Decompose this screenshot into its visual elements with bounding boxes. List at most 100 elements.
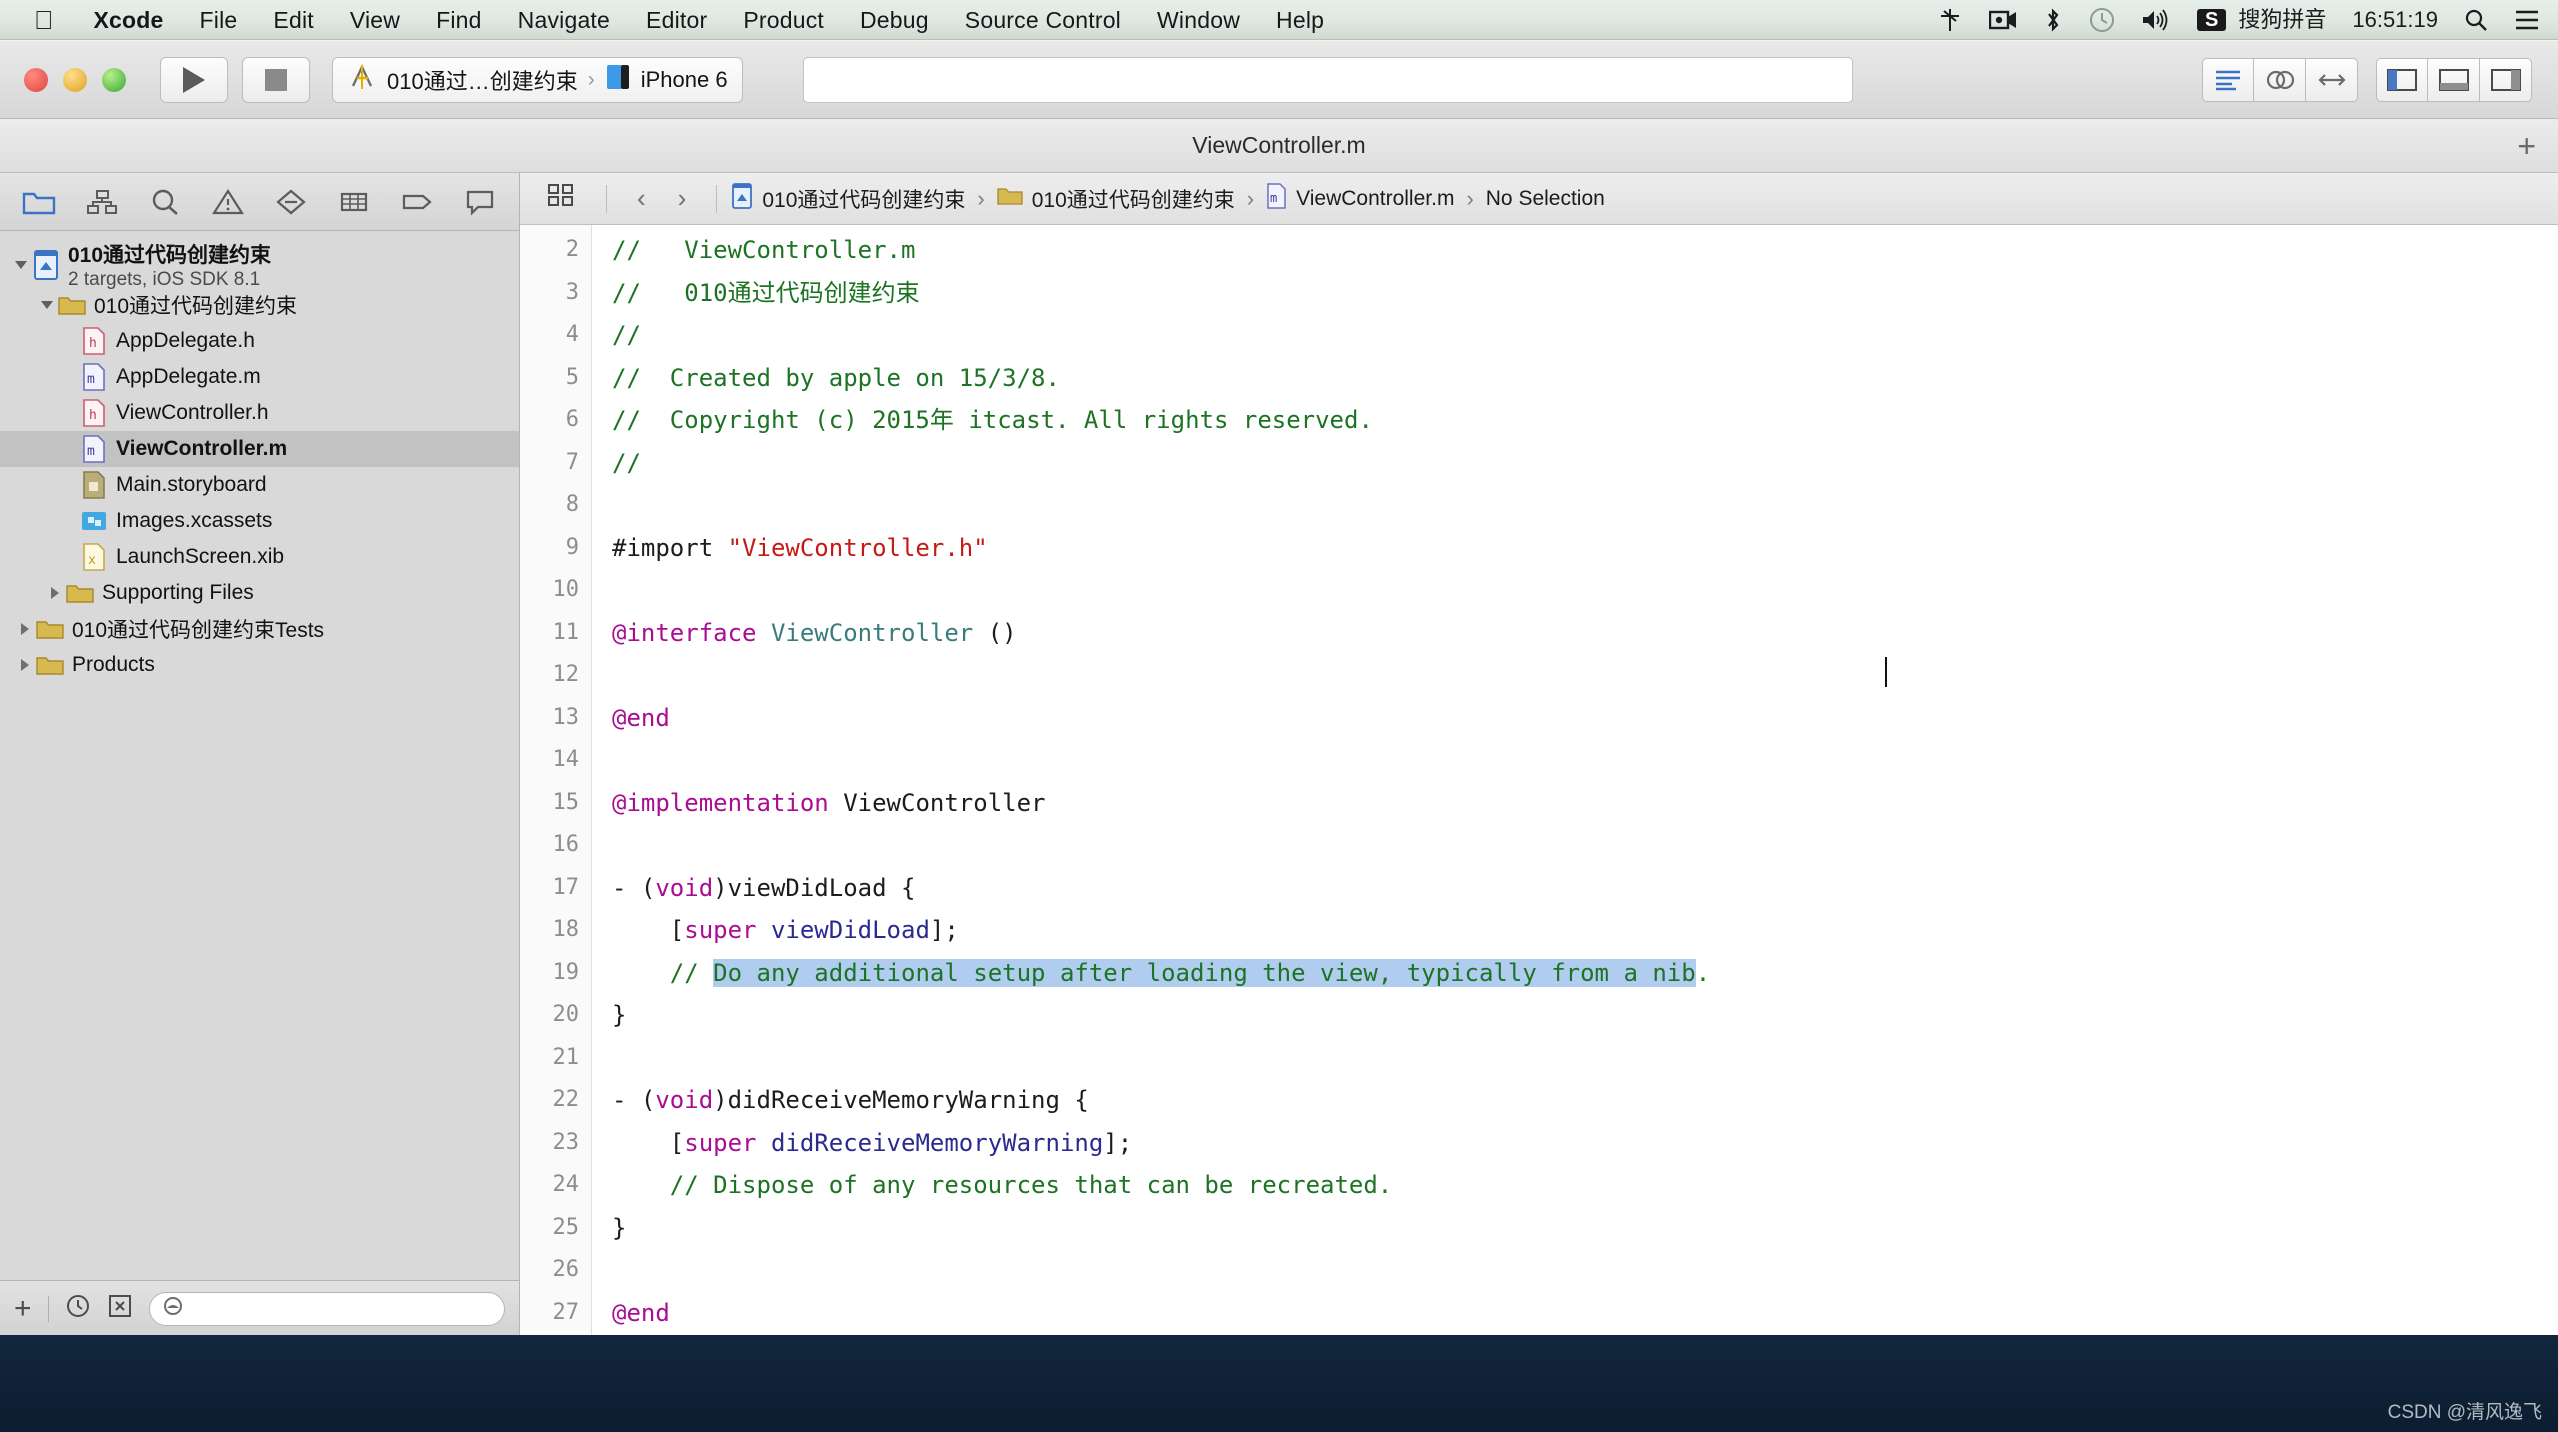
sidebar-item-issue-navigator[interactable] [197, 173, 260, 230]
menu-find[interactable]: Find [418, 0, 500, 40]
scheme-selector[interactable]: 010通过…创建约束 › iPhone 6 [332, 57, 743, 103]
close-button[interactable] [24, 68, 48, 92]
breadcrumb-file[interactable]: m ViewController.m [1266, 183, 1454, 215]
activity-view[interactable] [803, 57, 1853, 103]
sidebar-item-project-navigator[interactable] [8, 173, 71, 230]
code-line[interactable]: @end [612, 1292, 2558, 1335]
menu-clock[interactable]: 16:51:19 [2352, 9, 2438, 31]
code-line[interactable]: // ViewController.m [612, 229, 2558, 272]
code-line[interactable]: // Created by apple on 15/3/8. [612, 357, 2558, 400]
menu-source-control[interactable]: Source Control [947, 0, 1139, 40]
search-icon[interactable] [2464, 8, 2488, 32]
code-line[interactable]: // [612, 314, 2558, 357]
stop-button[interactable] [242, 57, 310, 103]
toggle-navigator-icon[interactable] [2376, 58, 2428, 102]
code-line[interactable]: - (void)viewDidLoad { [612, 867, 2558, 910]
toggle-utilities-icon[interactable] [2480, 58, 2532, 102]
menu-navigate[interactable]: Navigate [500, 0, 628, 40]
menu-product[interactable]: Product [725, 0, 842, 40]
disclosure-triangle-icon[interactable] [44, 585, 66, 601]
breadcrumb-project[interactable]: 010通过代码创建约束 [731, 183, 965, 215]
list-item[interactable]: m AppDelegate.m [0, 359, 519, 395]
list-item[interactable]: x LaunchScreen.xib [0, 539, 519, 575]
menu-view[interactable]: View [332, 0, 418, 40]
menu-editor[interactable]: Editor [628, 0, 725, 40]
list-item[interactable]: Images.xcassets [0, 503, 519, 539]
code-line[interactable]: @end [612, 697, 2558, 740]
filter-input[interactable] [149, 1292, 505, 1326]
code-line[interactable]: // [612, 442, 2558, 485]
code-content[interactable]: // ViewController.m// 010通过代码创建约束//// Cr… [592, 225, 2558, 1336]
menu-xcode[interactable]: Xcode [76, 0, 182, 40]
code-line[interactable]: #import "ViewController.h" [612, 527, 2558, 570]
list-item[interactable]: Main.storyboard [0, 467, 519, 503]
code-line[interactable]: // Copyright (c) 2015年 itcast. All right… [612, 399, 2558, 442]
code-line[interactable]: } [612, 994, 2558, 1037]
menu-file[interactable]: File [182, 0, 256, 40]
toggle-debug-area-icon[interactable] [2428, 58, 2480, 102]
menu-window[interactable]: Window [1139, 0, 1258, 40]
list-item[interactable]: 010通过代码创建约束 2 targets, iOS SDK 8.1 [0, 243, 519, 287]
sidebar-item-symbol-navigator[interactable] [71, 173, 134, 230]
disclosure-triangle-icon[interactable] [14, 621, 36, 637]
disclosure-triangle-icon[interactable] [10, 257, 32, 273]
code-line[interactable] [612, 484, 2558, 527]
editor-assistant-icon[interactable] [2254, 58, 2306, 102]
sidebar-item-test-navigator[interactable] [260, 173, 323, 230]
run-button[interactable] [160, 57, 228, 103]
sidebar-item-viewcontroller-m[interactable]: m ViewController.m [0, 431, 519, 467]
menu-edit[interactable]: Edit [255, 0, 331, 40]
breadcrumb-group[interactable]: 010通过代码创建约束 [997, 184, 1235, 214]
filter-text-input[interactable] [192, 1298, 492, 1320]
back-chevron-icon[interactable]: ‹ [621, 183, 662, 214]
bluetooth-icon[interactable] [2043, 7, 2063, 33]
sidebar-item-report-navigator[interactable] [448, 173, 511, 230]
editor-version-icon[interactable] [2306, 58, 2358, 102]
code-line[interactable] [612, 654, 2558, 697]
disclosure-triangle-icon[interactable] [14, 657, 36, 673]
code-line[interactable]: [super viewDidLoad]; [612, 909, 2558, 952]
minimize-button[interactable] [63, 68, 87, 92]
list-item[interactable]: h ViewController.h [0, 395, 519, 431]
forward-chevron-icon[interactable]: › [662, 183, 703, 214]
screen-record-icon[interactable] [1989, 9, 2017, 31]
list-item[interactable]: 010通过代码创建约束Tests [0, 611, 519, 647]
clock-icon[interactable] [65, 1293, 91, 1324]
airplay-icon[interactable] [1937, 7, 1963, 33]
code-line[interactable]: @implementation ViewController [612, 782, 2558, 825]
volume-icon[interactable] [2141, 8, 2171, 32]
code-line[interactable] [612, 824, 2558, 867]
disclosure-triangle-icon[interactable] [36, 297, 58, 313]
menu-help[interactable]: Help [1258, 0, 1342, 40]
editor-standard-icon[interactable] [2202, 58, 2254, 102]
code-line[interactable] [612, 1249, 2558, 1292]
source-editor[interactable]: 2345678910111213141516171819202122232425… [520, 225, 2558, 1336]
list-item[interactable]: h AppDelegate.h [0, 323, 519, 359]
sidebar-item-breakpoint-navigator[interactable] [385, 173, 448, 230]
input-method-label[interactable]: 搜狗拼音 [2238, 9, 2326, 31]
sidebar-item-find-navigator[interactable] [134, 173, 197, 230]
code-line[interactable]: } [612, 1207, 2558, 1250]
code-line[interactable]: // Dispose of any resources that can be … [612, 1164, 2558, 1207]
code-line[interactable]: // 010通过代码创建约束 [612, 272, 2558, 315]
list-item[interactable]: Supporting Files [0, 575, 519, 611]
notification-center-icon[interactable] [2514, 9, 2540, 31]
list-item[interactable]: 010通过代码创建约束 [0, 287, 519, 323]
code-line[interactable] [612, 569, 2558, 612]
code-line[interactable]: - (void)didReceiveMemoryWarning { [612, 1079, 2558, 1122]
add-item-button[interactable]: + [14, 1294, 32, 1324]
code-line[interactable] [612, 1037, 2558, 1080]
add-editor-button[interactable]: + [2517, 130, 2536, 162]
related-items-icon[interactable] [530, 182, 592, 215]
list-item[interactable]: Products [0, 647, 519, 683]
menu-debug[interactable]: Debug [842, 0, 947, 40]
code-line[interactable]: // Do any additional setup after loading… [612, 952, 2558, 995]
sidebar-item-debug-navigator[interactable] [322, 173, 385, 230]
code-line[interactable]: @interface ViewController () [612, 612, 2558, 655]
apple-icon[interactable]:  [34, 7, 54, 33]
source-control-filter-icon[interactable] [107, 1293, 133, 1324]
breadcrumb-selection[interactable]: No Selection [1486, 187, 1605, 211]
input-method-badge[interactable]: S [2197, 9, 2226, 31]
code-line[interactable] [612, 739, 2558, 782]
code-line[interactable]: [super didReceiveMemoryWarning]; [612, 1122, 2558, 1165]
